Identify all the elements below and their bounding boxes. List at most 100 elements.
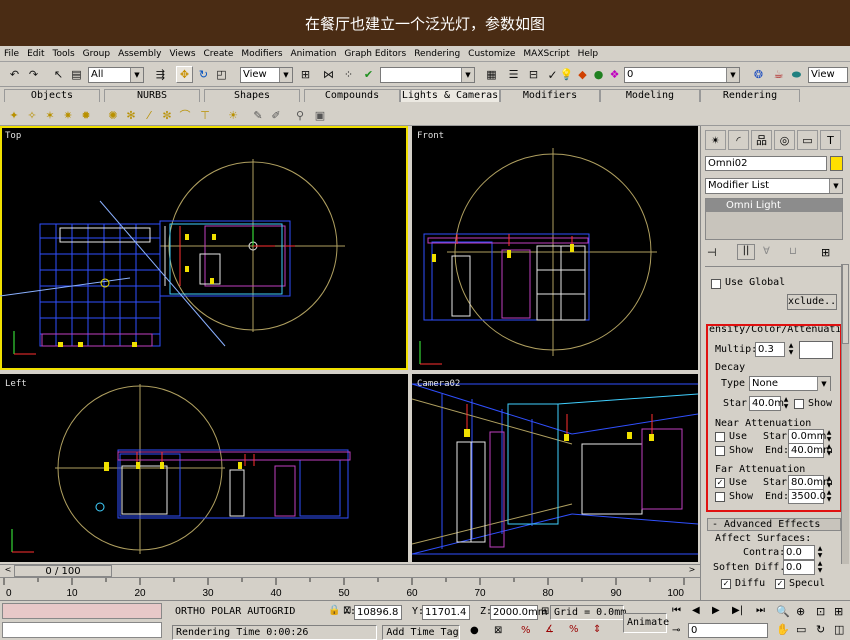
rollout-advanced-effects-title[interactable]: - Advanced Effects [707, 518, 841, 531]
quick-render-icon[interactable]: ⬬ [788, 66, 805, 83]
pan-hand-icon[interactable]: ✋ [776, 623, 790, 636]
layer-dropdown[interactable]: 0 ▼ [624, 67, 740, 83]
exclude-button[interactable]: xclude.. [787, 294, 837, 310]
modify-tab-icon[interactable]: ◜ [728, 130, 749, 150]
tab-rendering[interactable]: Rendering [700, 89, 800, 102]
menu-customize[interactable]: Customize [468, 49, 515, 59]
animate-button[interactable]: Animate [623, 613, 669, 633]
zoom-extents-icon[interactable]: ⊡ [816, 605, 825, 618]
hierarchy-tab-icon[interactable]: 品 [751, 130, 772, 150]
scrollbar-thumb[interactable] [842, 264, 849, 344]
directional-icon[interactable]: ✷ [60, 107, 76, 123]
track-bar[interactable]: 0 10 20 30 40 50 60 70 80 90 100 [0, 577, 700, 599]
linear-light-icon[interactable]: ⊤ [197, 107, 213, 123]
percent-snap-icon[interactable]: % [569, 624, 579, 635]
target-camera-icon[interactable]: ✎ [250, 107, 266, 123]
goto-start-icon[interactable]: ⏮ [672, 605, 681, 616]
zoom-extents-all-icon[interactable]: ⊞ [834, 605, 843, 618]
show-end-result-icon[interactable]: || [737, 244, 755, 260]
tab-nurbs[interactable]: NURBS [104, 89, 200, 102]
current-frame-field[interactable]: 0 [688, 623, 768, 638]
render-scene-icon[interactable]: ☕ [770, 66, 787, 83]
menu-assembly[interactable]: Assembly [118, 49, 161, 59]
soften-diffuse-spinner[interactable]: ▲ ▼ [816, 560, 824, 575]
goto-end-icon[interactable]: ⏭ [756, 605, 765, 616]
render-view-dropdown[interactable]: View [808, 67, 848, 83]
skylight-icon[interactable]: ✺ [105, 107, 121, 123]
motion-tab-icon[interactable]: ◎ [774, 130, 795, 150]
mirror-icon[interactable]: ⋈ [320, 66, 337, 83]
y-coord-field[interactable]: 11701.4 [422, 605, 470, 620]
next-frame-icon[interactable]: ▶| [732, 605, 743, 616]
viewport-label-left[interactable]: Left [5, 379, 27, 389]
menu-maxscript[interactable]: MAXScript [523, 49, 569, 59]
menu-edit[interactable]: Edit [27, 49, 44, 59]
sunlight-icon[interactable]: ☀ [225, 107, 241, 123]
menu-tools[interactable]: Tools [53, 49, 75, 59]
array-icon[interactable]: ⁘ [340, 66, 357, 83]
play-icon[interactable]: ▶ [712, 605, 720, 616]
snap-2-5-icon[interactable]: % [521, 625, 531, 636]
modifier-list-dropdown[interactable]: Modifier List ▼ [705, 178, 843, 194]
scale-icon[interactable]: ◰ [213, 66, 230, 83]
target-light-icon[interactable]: ✼ [159, 107, 175, 123]
freeze-icon[interactable]: ◆ [574, 66, 591, 83]
menu-views[interactable]: Views [169, 49, 195, 59]
free-light-icon[interactable]: ⌒ [177, 107, 193, 123]
track-view-icon[interactable]: ▦ [483, 66, 500, 83]
lightbulb-icon[interactable]: 💡 [558, 66, 575, 83]
viewport-camera[interactable]: Camera02 [412, 374, 698, 562]
align-icon[interactable]: ✔ [360, 66, 377, 83]
region-zoom-icon[interactable]: ▭ [796, 623, 806, 636]
tab-modifiers[interactable]: Modifiers [500, 89, 600, 102]
menu-animation[interactable]: Animation [291, 49, 337, 59]
menu-help[interactable]: Help [578, 49, 599, 59]
camera-match-icon[interactable]: ⚲ [292, 107, 308, 123]
soften-diffuse-field[interactable]: 0.0 [783, 560, 815, 575]
target-spot-icon[interactable]: ✦ [6, 107, 22, 123]
tab-shapes[interactable]: Shapes [204, 89, 300, 102]
named-selection-dropdown[interactable]: ▼ [380, 67, 475, 83]
sphere-icon[interactable]: ● [470, 625, 479, 636]
spinner-snap-icon[interactable]: ⇕ [593, 624, 601, 635]
viewport-top[interactable]: Top [0, 126, 408, 370]
contrast-field[interactable]: 0.0 [783, 545, 815, 560]
specular-checkbox[interactable]: ✓ [775, 579, 785, 589]
redo-icon[interactable]: ↷ [25, 66, 42, 83]
select-arrow-icon[interactable]: ↖ [50, 66, 67, 83]
key-mode-icon[interactable]: ⊸ [672, 625, 680, 636]
use-global-checkbox[interactable] [711, 279, 721, 289]
layer-props-icon[interactable]: ⊟ [525, 66, 542, 83]
angle-snap-icon[interactable]: ∡ [545, 624, 554, 635]
utilities-tab-icon[interactable]: T [820, 130, 841, 150]
free-spot-icon[interactable]: ✧ [24, 107, 40, 123]
render-layer-icon[interactable]: ❖ [606, 66, 623, 83]
free-camera-icon[interactable]: ✐ [268, 107, 284, 123]
mr-area-omni-icon[interactable]: ✻ [123, 107, 139, 123]
layer-manager-icon[interactable]: ☰ [505, 66, 522, 83]
pivot-icon[interactable]: ⊞ [297, 66, 314, 83]
viewport-label-camera[interactable]: Camera02 [417, 379, 460, 389]
maxscript-listener[interactable] [2, 603, 162, 619]
time-next-icon[interactable]: > [686, 565, 698, 576]
object-color-swatch[interactable] [830, 156, 843, 171]
time-prev-icon[interactable]: < [2, 565, 14, 576]
make-unique-icon[interactable]: ∀ [763, 246, 770, 257]
arc-rotate-icon[interactable]: ↻ [816, 623, 825, 636]
omni-icon[interactable]: ✹ [78, 107, 94, 123]
viewport-label-top[interactable]: Top [5, 131, 21, 141]
select-by-name-icon[interactable]: ▤ [68, 66, 85, 83]
menu-rendering[interactable]: Rendering [414, 49, 460, 59]
command-panel-scrollbar[interactable] [841, 264, 849, 564]
rotate-icon[interactable]: ↻ [195, 66, 212, 83]
zoom-icon[interactable]: 🔍 [776, 605, 790, 618]
maxscript-input[interactable] [2, 622, 162, 638]
z-coord-field[interactable]: 2000.0mm [490, 605, 547, 620]
create-tab-icon[interactable]: ✴ [705, 130, 726, 150]
min-max-toggle-icon[interactable]: ◫ [834, 623, 844, 636]
time-slider[interactable]: < 0 / 100 > [0, 564, 700, 577]
menu-graph-editors[interactable]: Graph Editors [344, 49, 406, 59]
lock-icon[interactable]: 🔒 [328, 605, 340, 616]
remove-modifier-icon[interactable]: ⊔ [789, 246, 797, 257]
viewport-left[interactable]: Left [0, 374, 408, 562]
